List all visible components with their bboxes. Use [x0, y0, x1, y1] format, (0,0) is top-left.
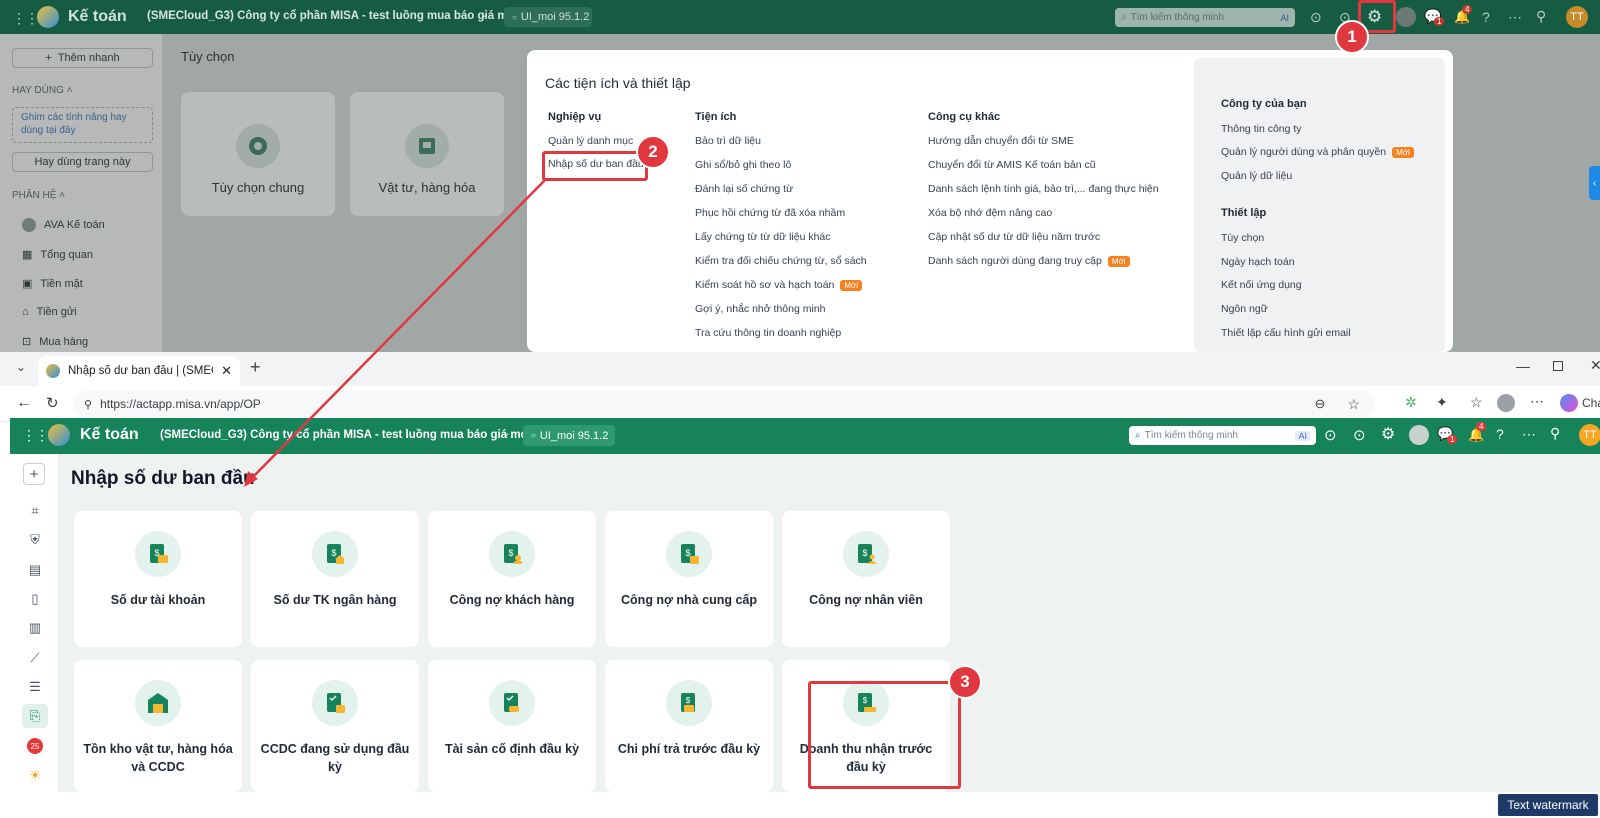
text-watermark: Text watermark: [1498, 794, 1598, 816]
annotation-arrow: [244, 179, 546, 487]
